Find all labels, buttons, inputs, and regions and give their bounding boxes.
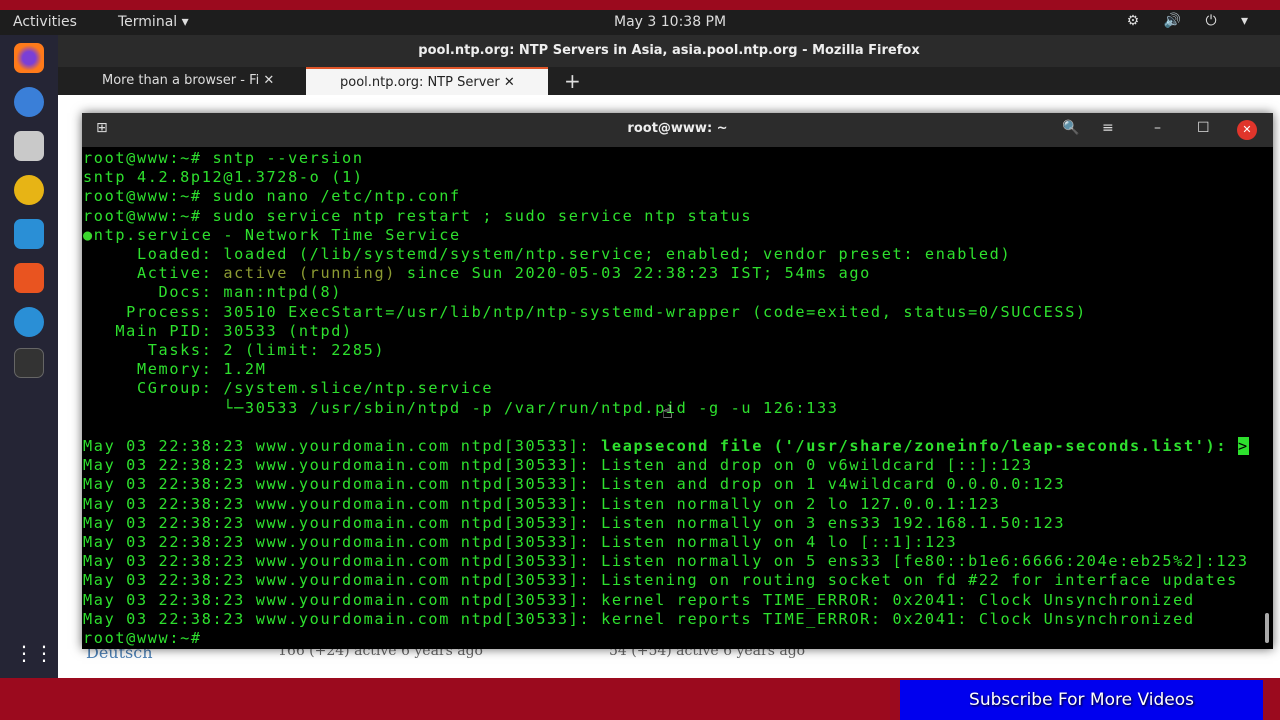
app-menu-terminal[interactable]: Terminal ▾ xyxy=(118,14,189,30)
tab-pool-ntp[interactable]: pool.ntp.org: NTP Server ✕ xyxy=(306,67,548,95)
close-tab-icon[interactable]: ✕ xyxy=(263,73,274,88)
terminal-text: May 03 22:38:23 www.yourdomain.com ntpd[… xyxy=(83,609,1195,628)
terminal-line: Docs: man:ntpd(8) xyxy=(83,283,1249,302)
terminal-line: CGroup: /system.slice/ntp.service xyxy=(83,379,1249,398)
terminal-line: May 03 22:38:23 www.yourdomain.com ntpd[… xyxy=(83,456,1249,475)
terminal-text: root@www:~# xyxy=(83,629,213,648)
tab-more-than-browser[interactable]: More than a browser - Fi ✕ xyxy=(68,67,298,95)
terminal-text: > xyxy=(1237,437,1249,456)
terminal-text: Tasks: 2 (limit: 2285) xyxy=(83,341,386,360)
search-icon[interactable]: 🔍 xyxy=(1062,120,1079,136)
terminal-text: └─30533 /usr/sbin/ntpd -p /var/run/ntpd.… xyxy=(83,398,839,417)
terminal-title: root@www: ~ xyxy=(627,121,728,136)
terminal-line: May 03 22:38:23 www.yourdomain.com ntpd[… xyxy=(83,591,1249,610)
tab-bar: More than a browser - Fi ✕ pool.ntp.org:… xyxy=(58,67,1280,95)
help-icon[interactable] xyxy=(14,307,44,337)
terminal-text: root@www:~# sudo service ntp restart ; s… xyxy=(83,206,753,225)
terminal-line: root@www:~# sudo service ntp restart ; s… xyxy=(83,207,1249,226)
terminal-text: Process: 30510 ExecStart=/usr/lib/ntp/nt… xyxy=(83,302,1087,321)
terminal-line: root@www:~# sntp --version xyxy=(83,149,1249,168)
terminal-text: leapsecond file ('/usr/share/zoneinfo/le… xyxy=(601,437,1238,456)
terminal-line: Tasks: 2 (limit: 2285) xyxy=(83,341,1249,360)
terminal-text: Docs: man:ntpd(8) xyxy=(83,283,343,302)
terminal-line: Active: active (running) since Sun 2020-… xyxy=(83,264,1249,283)
tab-label: More than a browser - Fi xyxy=(102,73,260,88)
firefox-title: pool.ntp.org: NTP Servers in Asia, asia.… xyxy=(58,35,1280,67)
terminal-line: May 03 22:38:23 www.yourdomain.com ntpd[… xyxy=(83,475,1249,494)
terminal-titlebar[interactable]: ⊞ root@www: ~ 🔍 ≡ – ☐ ✕ xyxy=(82,113,1273,147)
terminal-line: May 03 22:38:23 www.yourdomain.com ntpd[… xyxy=(83,514,1249,533)
files-icon[interactable] xyxy=(14,131,44,161)
video-top-band xyxy=(0,0,1280,10)
terminal-text: ntp.service - Network Time Service xyxy=(93,225,461,244)
subscribe-banner: Subscribe For More Videos xyxy=(900,680,1263,720)
terminal-text: Memory: 1.2M xyxy=(83,360,267,379)
terminal-text: ● xyxy=(83,225,94,244)
software-icon[interactable] xyxy=(14,263,44,293)
scrollbar[interactable] xyxy=(1265,613,1269,643)
firefox-icon[interactable] xyxy=(14,43,44,73)
terminal-text: Loaded: loaded (/lib/systemd/system/ntp.… xyxy=(83,245,1012,264)
terminal-text: May 03 22:38:23 www.yourdomain.com ntpd[… xyxy=(83,456,1033,475)
close-tab-icon[interactable]: ✕ xyxy=(504,75,515,90)
terminal-line: Loaded: loaded (/lib/systemd/system/ntp.… xyxy=(83,245,1249,264)
terminal-line: Memory: 1.2M xyxy=(83,360,1249,379)
terminal-text: May 03 22:38:23 www.yourdomain.com ntpd[… xyxy=(83,571,1238,590)
terminal-line: root@www:~# xyxy=(83,629,1249,648)
terminal-text: sntp 4.2.8p12@1.3728-o (1) xyxy=(83,168,364,187)
terminal-line: May 03 22:38:23 www.yourdomain.com ntpd[… xyxy=(83,571,1249,590)
rhythmbox-icon[interactable] xyxy=(14,175,44,205)
terminal-text: Main PID: 30533 (ntpd) xyxy=(83,321,353,340)
terminal-output[interactable]: root@www:~# sntp --version sntp 4.2.8p12@… xyxy=(83,149,1249,648)
tab-label: pool.ntp.org: NTP Server xyxy=(340,75,500,90)
terminal-text: root@www:~# sntp --version xyxy=(83,149,364,167)
terminal-text: May 03 22:38:23 www.yourdomain.com ntpd[… xyxy=(83,552,1249,571)
terminal-line: Main PID: 30533 (ntpd) xyxy=(83,322,1249,341)
terminal-icon[interactable] xyxy=(14,348,44,378)
show-apps-icon[interactable]: ⋮⋮ xyxy=(14,638,54,668)
system-tray[interactable]: ⚙ 🔊 ⏻ ▾ xyxy=(1127,13,1258,29)
maximize-button[interactable]: ☐ xyxy=(1197,120,1210,136)
close-button[interactable]: ✕ xyxy=(1237,120,1257,140)
writer-icon[interactable] xyxy=(14,219,44,249)
terminal-line: ●ntp.service - Network Time Service xyxy=(83,226,1249,245)
terminal-line: May 03 22:38:23 www.yourdomain.com ntpd[… xyxy=(83,552,1249,571)
menu-icon[interactable]: ≡ xyxy=(1102,120,1114,136)
activities-button[interactable]: Activities xyxy=(13,14,77,30)
terminal-window[interactable]: ⊞ root@www: ~ 🔍 ≡ – ☐ ✕ root@www:~# sntp… xyxy=(82,113,1273,649)
thunderbird-icon[interactable] xyxy=(14,87,44,117)
terminal-text: CGroup: /system.slice/ntp.service xyxy=(83,379,494,398)
terminal-text: since Sun 2020-05-03 22:38:23 IST; 54ms … xyxy=(396,264,871,283)
minimize-button[interactable]: – xyxy=(1154,120,1161,136)
terminal-text: May 03 22:38:23 www.yourdomain.com ntpd[… xyxy=(83,494,1001,513)
terminal-text: May 03 22:38:23 www.yourdomain.com ntpd[… xyxy=(83,437,602,456)
terminal-line: May 03 22:38:23 www.yourdomain.com ntpd[… xyxy=(83,437,1249,456)
terminal-text: May 03 22:38:23 www.yourdomain.com ntpd[… xyxy=(83,475,1066,494)
mouse-pointer-icon: ☝ xyxy=(662,402,673,423)
terminal-text: Active: xyxy=(83,264,224,283)
dock: ⋮⋮ xyxy=(0,35,58,678)
terminal-text: May 03 22:38:23 www.yourdomain.com ntpd[… xyxy=(83,513,1066,532)
gnome-top-bar: Activities Terminal ▾ May 3 10:38 PM ⚙ 🔊… xyxy=(0,10,1280,35)
terminal-line: root@www:~# sudo nano /etc/ntp.conf xyxy=(83,187,1249,206)
clock[interactable]: May 3 10:38 PM xyxy=(614,14,726,30)
terminal-line: May 03 22:38:23 www.yourdomain.com ntpd[… xyxy=(83,533,1249,552)
terminal-line: Process: 30510 ExecStart=/usr/lib/ntp/nt… xyxy=(83,303,1249,322)
terminal-text: May 03 22:38:23 www.yourdomain.com ntpd[… xyxy=(83,533,958,552)
new-tab-button[interactable]: + xyxy=(554,67,581,95)
terminal-text: root@www:~# sudo nano /etc/ntp.conf xyxy=(83,187,461,206)
terminal-text: active (running) xyxy=(223,264,397,283)
terminal-line: May 03 22:38:23 www.yourdomain.com ntpd[… xyxy=(83,610,1249,629)
terminal-line: May 03 22:38:23 www.yourdomain.com ntpd[… xyxy=(83,495,1249,514)
terminal-text: May 03 22:38:23 www.yourdomain.com ntpd[… xyxy=(83,590,1195,609)
terminal-line: sntp 4.2.8p12@1.3728-o (1) xyxy=(83,168,1249,187)
